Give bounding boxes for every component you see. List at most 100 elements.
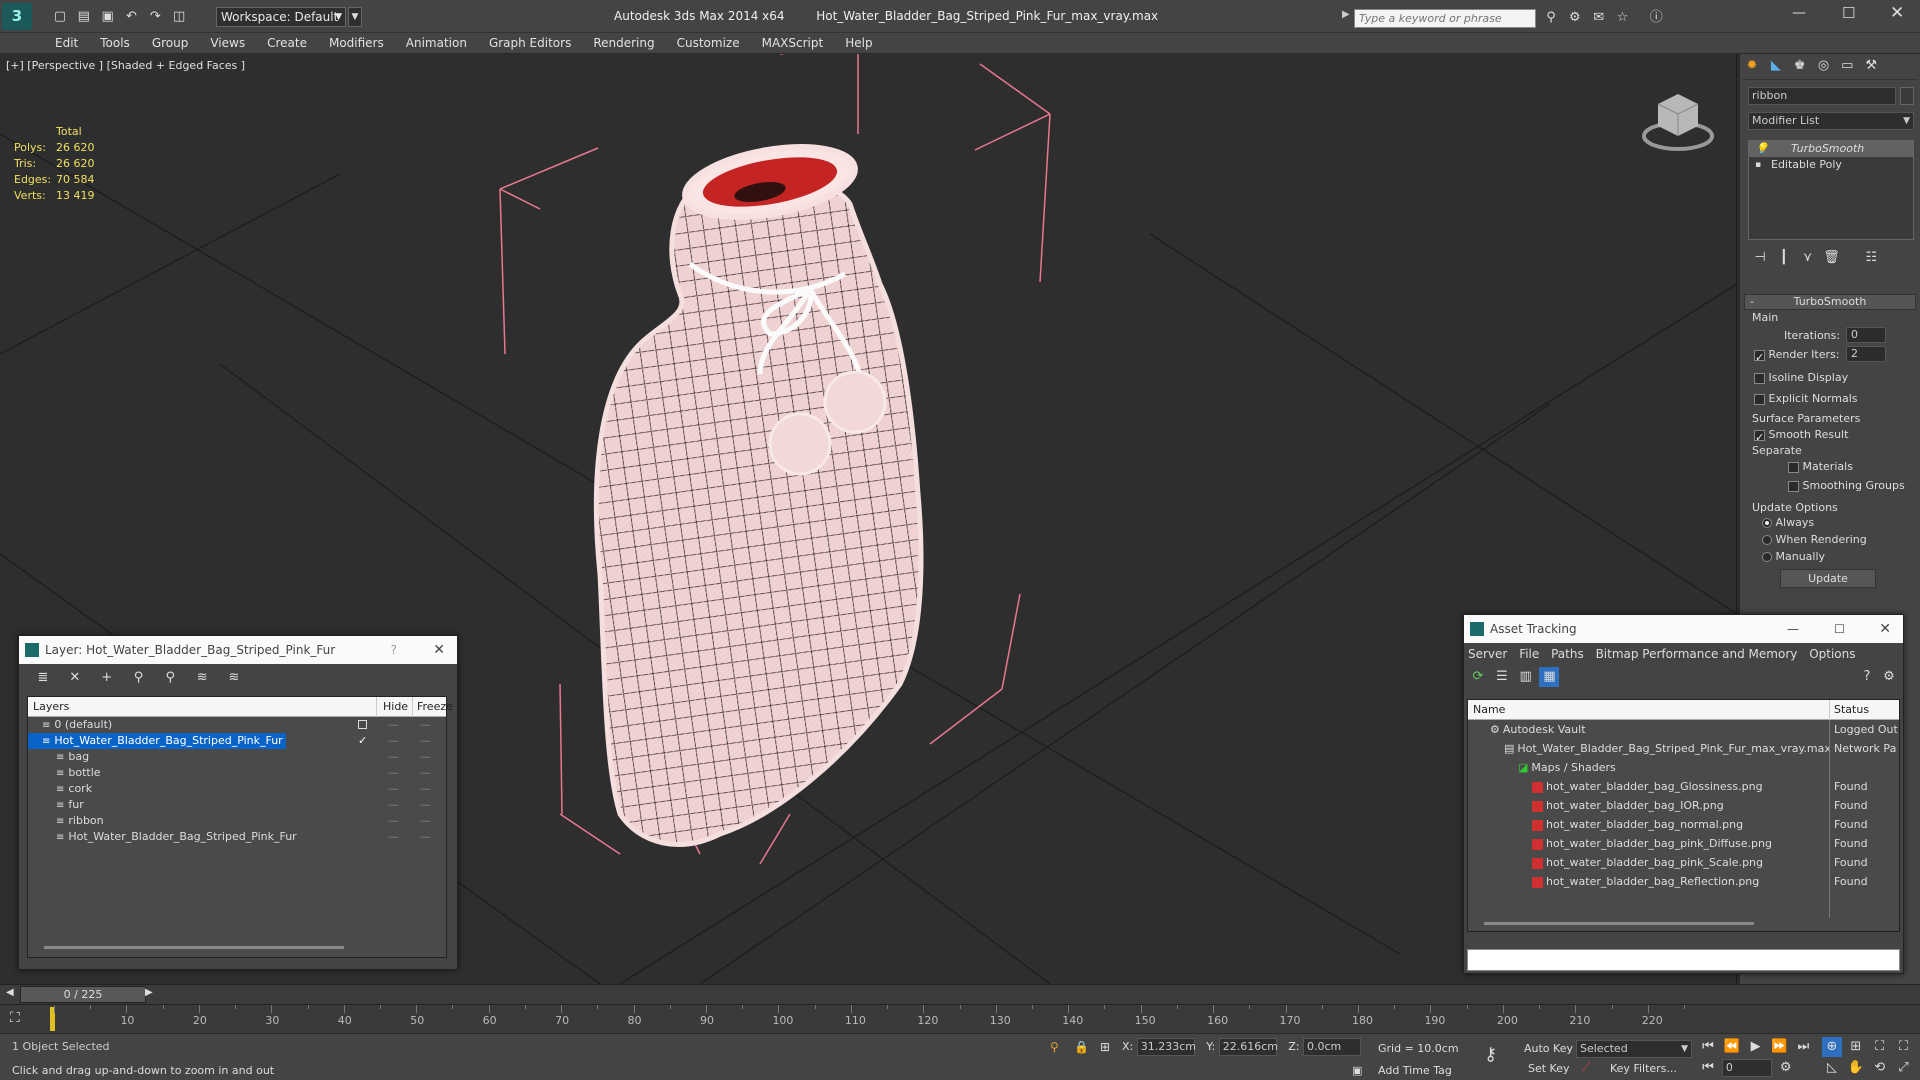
layer-row[interactable]: ≡ cork — — (28, 781, 446, 797)
pan-view-icon[interactable]: ✋ (1846, 1058, 1866, 1078)
make-unique-icon[interactable]: ⋎ (1798, 248, 1818, 268)
project-folder-icon[interactable]: ◫ (169, 7, 189, 27)
previous-frame-icon[interactable]: ⏪ (1722, 1037, 1742, 1057)
object-color-swatch[interactable] (1900, 87, 1914, 105)
asset-row[interactable]: hot_water_bladder_bag_normal.png Found (1468, 815, 1899, 834)
column-hide[interactable]: Hide (376, 697, 412, 717)
orbit-icon[interactable]: ⟲ (1870, 1058, 1890, 1078)
asset-path-field[interactable] (1467, 949, 1900, 971)
asset-menu-paths[interactable]: Paths (1551, 647, 1584, 661)
object-name-field[interactable]: ribbon (1748, 87, 1896, 105)
materials-checkbox[interactable] (1788, 461, 1799, 473)
layer-window-title[interactable]: Layer: Hot_Water_Bladder_Bag_Striped_Pin… (19, 636, 457, 664)
next-frame-arrow[interactable]: ▶ (145, 987, 153, 998)
motion-tab-icon[interactable]: ◎ (1813, 56, 1833, 76)
asset-row[interactable]: ◪ Maps / Shaders (1468, 758, 1899, 777)
hot-water-bag-model[interactable] (593, 136, 924, 847)
configure-sets-icon[interactable]: ☷ (1861, 248, 1881, 268)
hide-toggle-icon[interactable]: — (388, 829, 399, 845)
go-to-end-icon[interactable]: ⏭ (1793, 1037, 1813, 1057)
horizontal-scrollbar[interactable] (44, 946, 344, 949)
hide-toggle-icon[interactable]: — (388, 797, 399, 813)
menu-tools[interactable]: Tools (89, 33, 141, 53)
minimize-button[interactable]: — (1792, 5, 1806, 21)
viewcube-icon[interactable] (1640, 84, 1716, 154)
zoom-all-icon[interactable]: ⊞ (1846, 1037, 1866, 1057)
maximize-button[interactable]: ☐ (1842, 4, 1855, 22)
asset-window-title[interactable]: Asset Tracking — ☐ ✕ (1464, 615, 1903, 643)
pin-stack-icon[interactable]: ⊣ (1750, 248, 1770, 268)
x-coordinate-field[interactable]: 31.233cm (1136, 1038, 1196, 1056)
curve-editor-icon[interactable]: ⛶ (10, 1010, 20, 1026)
show-end-result-icon[interactable]: ┃ (1774, 248, 1794, 268)
asset-help-icon[interactable]: ? (1857, 667, 1877, 687)
freeze-toggle-icon[interactable]: — (420, 717, 431, 733)
asset-menu-file[interactable]: File (1519, 647, 1539, 661)
play-icon[interactable]: ▶ (1746, 1037, 1766, 1057)
asset-row[interactable]: ▤ Hot_Water_Bladder_Bag_Striped_Pink_Fur_… (1468, 739, 1899, 758)
utilities-tab-icon[interactable]: ⚒ (1861, 56, 1881, 76)
layer-row[interactable]: ≡ Hot_Water_Bladder_Bag_Striped_Pink_Fur —… (28, 829, 446, 845)
zoom-extents-icon[interactable]: ⛶ (1870, 1037, 1890, 1057)
freeze-toggle-icon[interactable]: — (420, 797, 431, 813)
hide-toggle-icon[interactable]: — (388, 733, 399, 749)
redo-icon[interactable]: ↷ (145, 7, 165, 27)
key-filters-button[interactable]: Key Filters... (1610, 1062, 1677, 1075)
column-layers[interactable]: Layers (28, 700, 69, 713)
modifier-list-dropdown[interactable]: Modifier List ▼ (1748, 112, 1914, 130)
create-layer-icon[interactable]: ≣ (33, 668, 53, 688)
auto-key-button[interactable]: Auto Key (1524, 1042, 1573, 1055)
asset-row[interactable]: hot_water_bladder_bag_pink_Scale.png Foun… (1468, 853, 1899, 872)
stack-item-editable-poly[interactable]: ▪ Editable Poly (1749, 157, 1913, 173)
time-slider[interactable]: ◀ 0 / 225 ▶ (0, 984, 1920, 1004)
close-icon[interactable]: ✕ (433, 636, 445, 664)
render-iters-spinner[interactable]: 2 (1846, 346, 1886, 362)
freeze-toggle-icon[interactable]: — (420, 749, 431, 765)
explicit-normals-checkbox[interactable] (1754, 393, 1765, 405)
asset-row[interactable]: hot_water_bladder_bag_IOR.png Found (1468, 796, 1899, 815)
hierarchy-tab-icon[interactable]: ♚ (1790, 56, 1810, 76)
when-rendering-radio[interactable] (1762, 535, 1772, 545)
workspace-dropdown[interactable]: Workspace: Default ▼ (216, 7, 346, 27)
freeze-toggle-icon[interactable]: — (420, 829, 431, 845)
new-file-icon[interactable]: ▢ (50, 7, 70, 27)
help-button[interactable]: ? (391, 636, 397, 664)
column-name[interactable]: Name (1468, 703, 1505, 716)
refresh-icon[interactable]: ⟳ (1468, 667, 1488, 687)
binoculars-icon[interactable]: ⚲ (1541, 8, 1561, 28)
prev-frame-arrow[interactable]: ◀ (6, 987, 14, 998)
expand-icon[interactable]: ▪ (1755, 157, 1761, 173)
remove-modifier-icon[interactable]: 🗑 (1821, 248, 1841, 268)
track-bar[interactable]: ⛶ 10 20 30 40 50 60 70 80 90 100 110 120 130 140 150 16… (0, 1004, 1920, 1033)
search-expand-icon[interactable]: ▶ (1342, 9, 1350, 20)
maximize-viewport-icon[interactable]: ⤢ (1893, 1058, 1913, 1078)
menu-rendering[interactable]: Rendering (582, 33, 665, 53)
column-status[interactable]: Status (1829, 700, 1869, 720)
go-to-start-icon[interactable]: ⏮ (1698, 1037, 1718, 1057)
freeze-toggle-icon[interactable]: — (420, 813, 431, 829)
key-icon[interactable]: ⟋ (1582, 1060, 1590, 1075)
selected-dropdown[interactable]: Selected ▼ (1576, 1040, 1692, 1058)
menu-edit[interactable]: Edit (44, 33, 89, 53)
save-file-icon[interactable]: ▣ (98, 7, 118, 27)
create-tab-icon[interactable]: ✹ (1742, 56, 1762, 76)
next-frame-icon[interactable]: ⏩ (1769, 1037, 1789, 1057)
asset-menu-options[interactable]: Options (1809, 647, 1855, 661)
communication-icon[interactable]: ✉ (1589, 8, 1609, 28)
stack-item-turbosmooth[interactable]: 💡 TurboSmooth (1749, 141, 1913, 157)
hide-toggle-icon[interactable]: — (388, 813, 399, 829)
time-config-icon[interactable]: ⚙ (1776, 1058, 1796, 1078)
asset-row[interactable]: hot_water_bladder_bag_pink_Diffuse.png Fo… (1468, 834, 1899, 853)
active-layer-checkbox[interactable] (358, 720, 367, 729)
isolate-selection-icon[interactable]: ⚲ (1050, 1040, 1059, 1054)
minimize-button[interactable]: — (1787, 615, 1799, 643)
hide-toggle-icon[interactable]: — (388, 781, 399, 797)
layer-row[interactable]: ≡ Hot_Water_Bladder_Bag_Striped_Pink_Fur —… (28, 733, 431, 749)
menu-modifiers[interactable]: Modifiers (318, 33, 395, 53)
iterations-spinner[interactable]: 0 (1846, 327, 1886, 343)
menu-views[interactable]: Views (199, 33, 256, 53)
viewport-label[interactable]: [+] [Perspective ] [Shaded + Edged Faces… (6, 59, 245, 72)
smoothing-groups-checkbox[interactable] (1788, 480, 1799, 492)
isoline-checkbox[interactable] (1754, 372, 1765, 384)
close-icon[interactable]: ✕ (1879, 615, 1891, 643)
